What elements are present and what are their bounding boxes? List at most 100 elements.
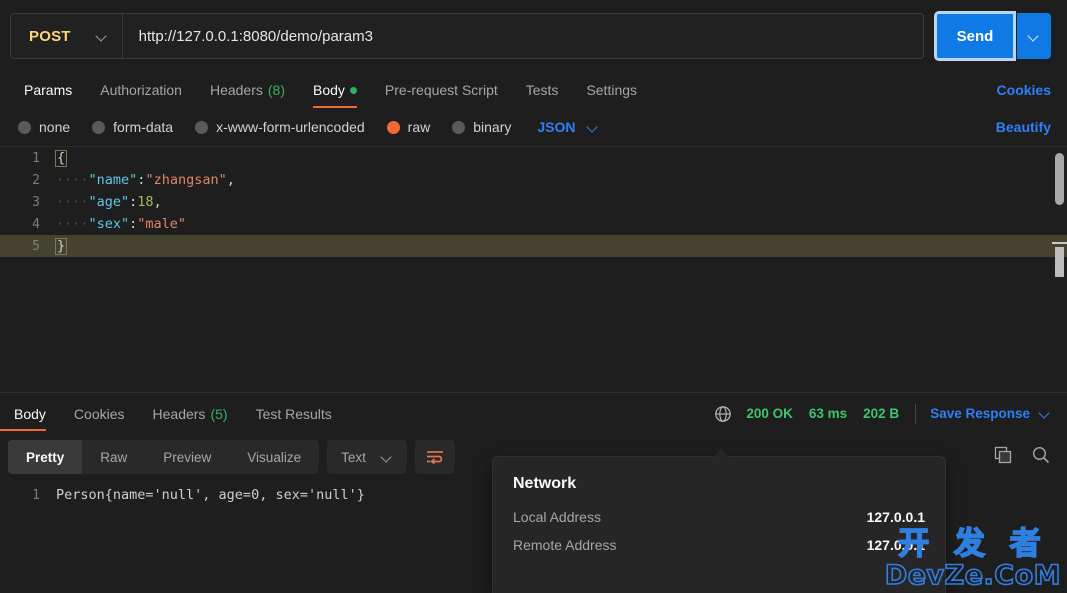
body-type-none[interactable]: none bbox=[18, 119, 70, 135]
response-tab-body[interactable]: Body bbox=[0, 393, 60, 435]
tab-tests[interactable]: Tests bbox=[512, 72, 573, 108]
tab-label: Test Results bbox=[255, 405, 332, 422]
tab-headers[interactable]: Headers (8) bbox=[196, 72, 299, 108]
tab-label: Params bbox=[24, 82, 73, 98]
cookies-link[interactable]: Cookies bbox=[997, 82, 1051, 98]
code-line[interactable]: 4 ····"sex":"male" bbox=[0, 213, 1067, 235]
tooltip-value: 127.0.0.1 bbox=[866, 509, 925, 525]
response-status-group: 200 OK 63 ms 202 B Save Response bbox=[714, 403, 1051, 424]
json-value: "zhangsan" bbox=[145, 172, 227, 188]
url-input[interactable]: http://127.0.0.1:8080/demo/param3 bbox=[123, 14, 923, 58]
http-method-dropdown[interactable]: POST bbox=[11, 14, 123, 58]
body-type-label: none bbox=[39, 119, 71, 135]
response-tab-headers[interactable]: Headers (5) bbox=[139, 393, 242, 435]
tooltip-arrow bbox=[712, 449, 730, 458]
raw-format-dropdown[interactable]: JSON bbox=[537, 119, 598, 135]
response-format-label: Text bbox=[341, 449, 366, 465]
send-button[interactable]: Send bbox=[934, 11, 1016, 61]
request-body-editor[interactable]: 1 { 2 ····"name":"zhangsan", 3 ····"age"… bbox=[0, 146, 1067, 392]
line-number: 5 bbox=[32, 238, 40, 254]
chevron-down-icon[interactable] bbox=[1040, 408, 1051, 419]
request-tabs: Params Authorization Headers (8) Body Pr… bbox=[0, 72, 1067, 108]
editor-cursor-marker bbox=[1055, 247, 1064, 277]
tab-label: Headers bbox=[209, 82, 263, 98]
code-line-active[interactable]: 5 } bbox=[0, 235, 1067, 257]
send-group: Send bbox=[934, 11, 1051, 61]
tab-authorization[interactable]: Authorization bbox=[86, 72, 196, 108]
body-type-raw[interactable]: raw bbox=[386, 119, 431, 135]
body-type-label: form-data bbox=[113, 119, 174, 135]
code-content: { bbox=[55, 149, 68, 167]
code-content: ····"age":18, bbox=[56, 194, 162, 210]
tab-pre-request-script[interactable]: Pre-request Script bbox=[371, 72, 512, 108]
tooltip-value: 127.0.0.1 bbox=[866, 537, 925, 553]
json-comma: , bbox=[226, 172, 235, 188]
tooltip-row: Remote Address 127.0.0.1 bbox=[513, 537, 925, 553]
tab-settings[interactable]: Settings bbox=[572, 72, 651, 108]
code-line[interactable]: 2 ····"name":"zhangsan", bbox=[0, 169, 1067, 191]
json-value: 18 bbox=[137, 194, 154, 210]
radio-icon bbox=[92, 120, 106, 134]
chevron-down-icon bbox=[588, 122, 599, 133]
code-line[interactable]: 1 { bbox=[0, 147, 1067, 169]
body-type-form-data[interactable]: form-data bbox=[92, 119, 173, 135]
body-type-label: x-www-form-urlencoded bbox=[216, 119, 365, 135]
indent-guide: ···· bbox=[56, 216, 89, 232]
save-response-button[interactable]: Save Response bbox=[930, 406, 1030, 421]
radio-icon bbox=[195, 120, 209, 134]
body-type-row: none form-data x-www-form-urlencoded raw… bbox=[0, 108, 1067, 146]
view-mode-preview[interactable]: Preview bbox=[145, 440, 229, 474]
response-tab-test-results[interactable]: Test Results bbox=[242, 393, 346, 435]
tab-label: Authorization bbox=[100, 82, 182, 98]
tooltip-row: Local Address 127.0.0.1 bbox=[513, 509, 925, 525]
indent-guide: ···· bbox=[56, 194, 89, 210]
json-key: "age" bbox=[88, 194, 130, 210]
radio-icon-selected bbox=[386, 120, 400, 134]
network-tooltip: Network Local Address 127.0.0.1 Remote A… bbox=[493, 449, 945, 593]
beautify-button[interactable]: Beautify bbox=[996, 119, 1051, 135]
search-icon[interactable] bbox=[1031, 445, 1051, 470]
status-code: 200 OK bbox=[746, 406, 793, 421]
globe-icon[interactable] bbox=[714, 405, 732, 423]
view-mode-visualize[interactable]: Visualize bbox=[229, 440, 319, 474]
tooltip-key: Remote Address bbox=[513, 537, 617, 553]
json-key: "sex" bbox=[88, 216, 130, 232]
body-type-label: raw bbox=[407, 119, 431, 135]
body-type-urlencoded[interactable]: x-www-form-urlencoded bbox=[195, 119, 365, 135]
json-comma: , bbox=[153, 194, 162, 210]
chevron-down-icon bbox=[97, 31, 108, 42]
indent-guide: ···· bbox=[56, 172, 89, 188]
view-mode-raw[interactable]: Raw bbox=[82, 440, 145, 474]
active-tab-underline bbox=[313, 106, 357, 108]
response-format-dropdown[interactable]: Text bbox=[327, 440, 407, 474]
word-wrap-button[interactable] bbox=[414, 440, 455, 474]
response-time: 63 ms bbox=[808, 406, 848, 421]
method-url-group: POST http://127.0.0.1:8080/demo/param3 bbox=[10, 13, 924, 59]
tab-body[interactable]: Body bbox=[299, 72, 371, 108]
raw-format-label: JSON bbox=[537, 119, 576, 135]
json-key: "name" bbox=[88, 172, 138, 188]
tab-label: Settings bbox=[586, 82, 638, 98]
view-mode-pretty[interactable]: Pretty bbox=[8, 440, 83, 474]
brace-match: { bbox=[55, 149, 68, 167]
tooltip-title: Network bbox=[513, 475, 577, 492]
chevron-down-icon bbox=[1029, 31, 1040, 42]
response-tab-cookies[interactable]: Cookies bbox=[60, 393, 139, 435]
tab-label: Pre-request Script bbox=[384, 82, 498, 98]
radio-icon bbox=[18, 120, 31, 134]
line-number: 3 bbox=[32, 194, 40, 210]
code-line[interactable]: 3 ····"age":18, bbox=[0, 191, 1067, 213]
tab-params[interactable]: Params bbox=[10, 72, 86, 108]
http-method-label: POST bbox=[29, 27, 71, 45]
copy-icon[interactable] bbox=[993, 445, 1013, 470]
send-options-button[interactable] bbox=[1017, 13, 1051, 59]
body-modified-dot-icon bbox=[349, 86, 357, 94]
word-wrap-icon bbox=[426, 451, 443, 465]
line-number: 2 bbox=[32, 172, 40, 188]
response-body-text: Person{name='null', age=0, sex='null'} bbox=[56, 487, 365, 503]
tab-label: Cookies bbox=[73, 405, 125, 422]
tooltip-key: Local Address bbox=[513, 509, 601, 525]
editor-scrollbar[interactable] bbox=[1055, 153, 1064, 205]
body-type-binary[interactable]: binary bbox=[452, 119, 511, 135]
brace-match: } bbox=[55, 237, 68, 255]
